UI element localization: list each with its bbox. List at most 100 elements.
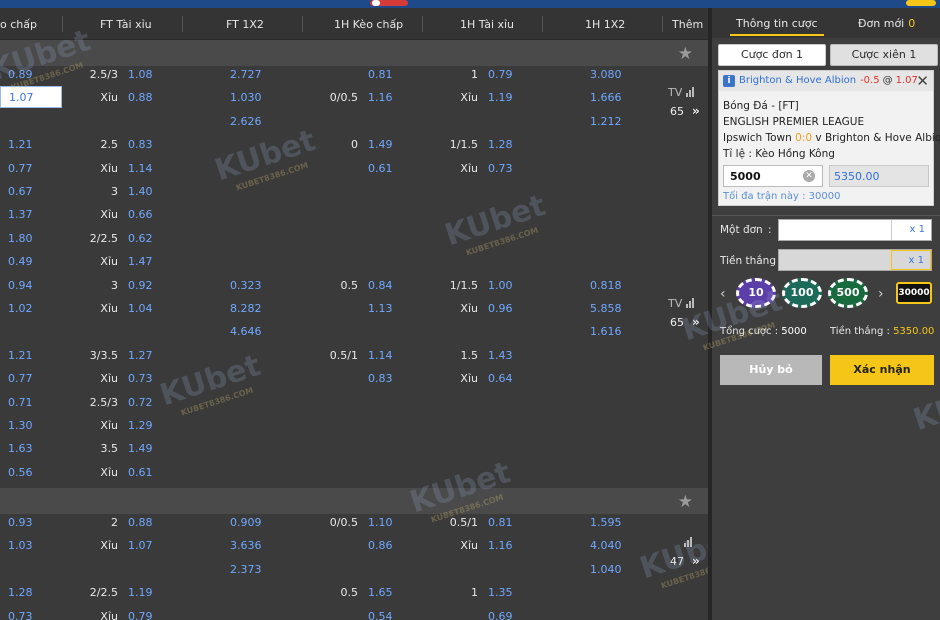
1h-handicap-odds[interactable]: 1.16	[368, 91, 393, 104]
ft-handicap-odds[interactable]: 1.21	[8, 138, 33, 151]
ft-handicap-odds[interactable]: 1.28	[8, 586, 33, 599]
more-markets-button[interactable]: 47 »	[670, 554, 700, 568]
1h-total-odds[interactable]: 0.81	[488, 516, 513, 529]
1h-total-odds[interactable]: 1.43	[488, 349, 513, 362]
chip-500[interactable]: 500	[828, 278, 868, 308]
ft-total-odds[interactable]: 0.79	[128, 610, 153, 620]
1h-total-odds[interactable]: 1.28	[488, 138, 513, 151]
ft-handicap-odds[interactable]: 0.67	[8, 185, 33, 198]
ft-total-odds[interactable]: 1.49	[128, 442, 153, 455]
more-markets-button[interactable]: 65 »	[670, 315, 700, 329]
ft-handicap-odds[interactable]: 0.89	[8, 68, 33, 81]
1h-1x2-odds[interactable]: 1.212	[590, 115, 622, 128]
league-section-header[interactable]: ★	[0, 488, 708, 514]
star-icon[interactable]: ★	[678, 44, 693, 64]
league-section-header[interactable]: ★	[0, 40, 708, 66]
chip-max[interactable]: 30000	[896, 282, 932, 304]
tab-new-bets[interactable]: Đơn mới 0	[858, 17, 915, 30]
ft-handicap-odds[interactable]: 0.73	[8, 610, 33, 620]
ft-1x2-odds[interactable]: 2.373	[230, 563, 262, 576]
ft-total-odds[interactable]: 0.73	[128, 372, 153, 385]
tab-bet-info[interactable]: Thông tin cược	[730, 17, 823, 36]
chip-100[interactable]: 100	[782, 278, 822, 308]
close-icon[interactable]: ✕	[916, 72, 929, 90]
star-icon[interactable]: ★	[678, 492, 693, 512]
ft-1x2-odds[interactable]: 0.323	[230, 279, 262, 292]
ft-handicap-odds[interactable]: 1.80	[8, 232, 33, 245]
ft-total-odds[interactable]: 1.40	[128, 185, 153, 198]
ft-1x2-odds[interactable]: 1.030	[230, 91, 262, 104]
ft-handicap-odds[interactable]: 0.77	[8, 162, 33, 175]
cancel-button[interactable]: Hủy bỏ	[720, 355, 822, 385]
ft-total-odds[interactable]: 0.83	[128, 138, 153, 151]
ft-total-odds[interactable]: 1.29	[128, 419, 153, 432]
stats-icon[interactable]	[686, 298, 695, 311]
ft-handicap-odds[interactable]: 1.30	[8, 419, 33, 432]
1h-handicap-odds[interactable]: 0.84	[368, 279, 393, 292]
1h-1x2-odds[interactable]: 5.858	[590, 302, 622, 315]
1h-handicap-odds[interactable]: 0.86	[368, 539, 393, 552]
ft-handicap-odds[interactable]: 1.02	[8, 302, 33, 315]
ft-total-odds[interactable]: 0.66	[128, 208, 153, 221]
1h-handicap-odds[interactable]: 1.13	[368, 302, 393, 315]
1h-handicap-odds[interactable]: 0.61	[368, 162, 393, 175]
confirm-button[interactable]: Xác nhận	[830, 355, 934, 385]
1h-handicap-odds[interactable]: 0.81	[368, 68, 393, 81]
1h-total-odds[interactable]: 0.69	[488, 610, 513, 620]
ft-1x2-odds[interactable]: 2.727	[230, 68, 262, 81]
ft-total-odds[interactable]: 1.14	[128, 162, 153, 175]
1h-total-odds[interactable]: 1.16	[488, 539, 513, 552]
1h-total-odds[interactable]: 0.64	[488, 372, 513, 385]
ft-total-odds[interactable]: 0.88	[128, 516, 153, 529]
1h-total-odds[interactable]: 0.79	[488, 68, 513, 81]
ft-total-odds[interactable]: 0.88	[128, 91, 153, 104]
ft-handicap-odds[interactable]: 0.94	[8, 279, 33, 292]
ft-1x2-odds[interactable]: 2.626	[230, 115, 262, 128]
1h-handicap-odds[interactable]: 1.10	[368, 516, 393, 529]
1h-total-odds[interactable]: 1.19	[488, 91, 513, 104]
1h-1x2-odds[interactable]: 1.040	[590, 563, 622, 576]
clear-icon[interactable]: ✕	[803, 170, 815, 182]
ft-total-odds[interactable]: 0.72	[128, 396, 153, 409]
parlay-mode-button[interactable]: Cược xiên 1	[830, 44, 938, 66]
1h-handicap-odds[interactable]: 1.49	[368, 138, 393, 151]
1h-1x2-odds[interactable]: 4.040	[590, 539, 622, 552]
ft-1x2-odds[interactable]: 4.646	[230, 325, 262, 338]
ft-1x2-odds[interactable]: 8.282	[230, 302, 262, 315]
toggle-switch[interactable]	[370, 0, 408, 6]
tv-indicator[interactable]: TV	[668, 86, 695, 100]
ft-handicap-odds[interactable]: 0.56	[8, 466, 33, 479]
ft-total-odds[interactable]: 1.27	[128, 349, 153, 362]
ft-total-odds[interactable]: 0.62	[128, 232, 153, 245]
chevron-left-icon[interactable]: ‹	[720, 286, 726, 302]
ft-total-odds[interactable]: 0.92	[128, 279, 153, 292]
tv-indicator[interactable]	[680, 536, 693, 550]
win-multiplier[interactable]: x 1	[891, 250, 931, 270]
ft-total-odds[interactable]: 1.19	[128, 586, 153, 599]
ft-handicap-odds[interactable]: 1.63	[8, 442, 33, 455]
1h-total-odds[interactable]: 0.96	[488, 302, 513, 315]
1h-1x2-odds[interactable]: 1.595	[590, 516, 622, 529]
ft-total-odds[interactable]: 1.04	[128, 302, 153, 315]
ft-1x2-odds[interactable]: 0.909	[230, 516, 262, 529]
single-bet-input[interactable]: x 1	[778, 219, 932, 241]
1h-1x2-odds[interactable]: 0.818	[590, 279, 622, 292]
chip-10[interactable]: 10	[736, 278, 776, 308]
ft-handicap-odds[interactable]: 0.71	[8, 396, 33, 409]
1h-total-odds[interactable]: 1.35	[488, 586, 513, 599]
1h-total-odds[interactable]: 1.00	[488, 279, 513, 292]
ft-total-odds[interactable]: 1.47	[128, 255, 153, 268]
1h-1x2-odds[interactable]: 1.666	[590, 91, 622, 104]
single-multiplier[interactable]: x 1	[891, 220, 931, 240]
1h-handicap-odds[interactable]: 1.14	[368, 349, 393, 362]
single-bet-mode-button[interactable]: Cược đơn 1	[718, 44, 826, 66]
ft-1x2-odds[interactable]: 3.636	[230, 539, 262, 552]
1h-handicap-odds[interactable]: 0.54	[368, 610, 393, 620]
chevron-right-icon[interactable]: ›	[878, 286, 884, 302]
selected-odds-cell[interactable]: 1.07	[0, 86, 62, 109]
stats-icon[interactable]	[684, 537, 693, 550]
1h-handicap-odds[interactable]: 1.65	[368, 586, 393, 599]
tv-indicator[interactable]: TV	[668, 297, 695, 311]
ft-handicap-odds[interactable]: 1.21	[8, 349, 33, 362]
1h-handicap-odds[interactable]: 0.83	[368, 372, 393, 385]
